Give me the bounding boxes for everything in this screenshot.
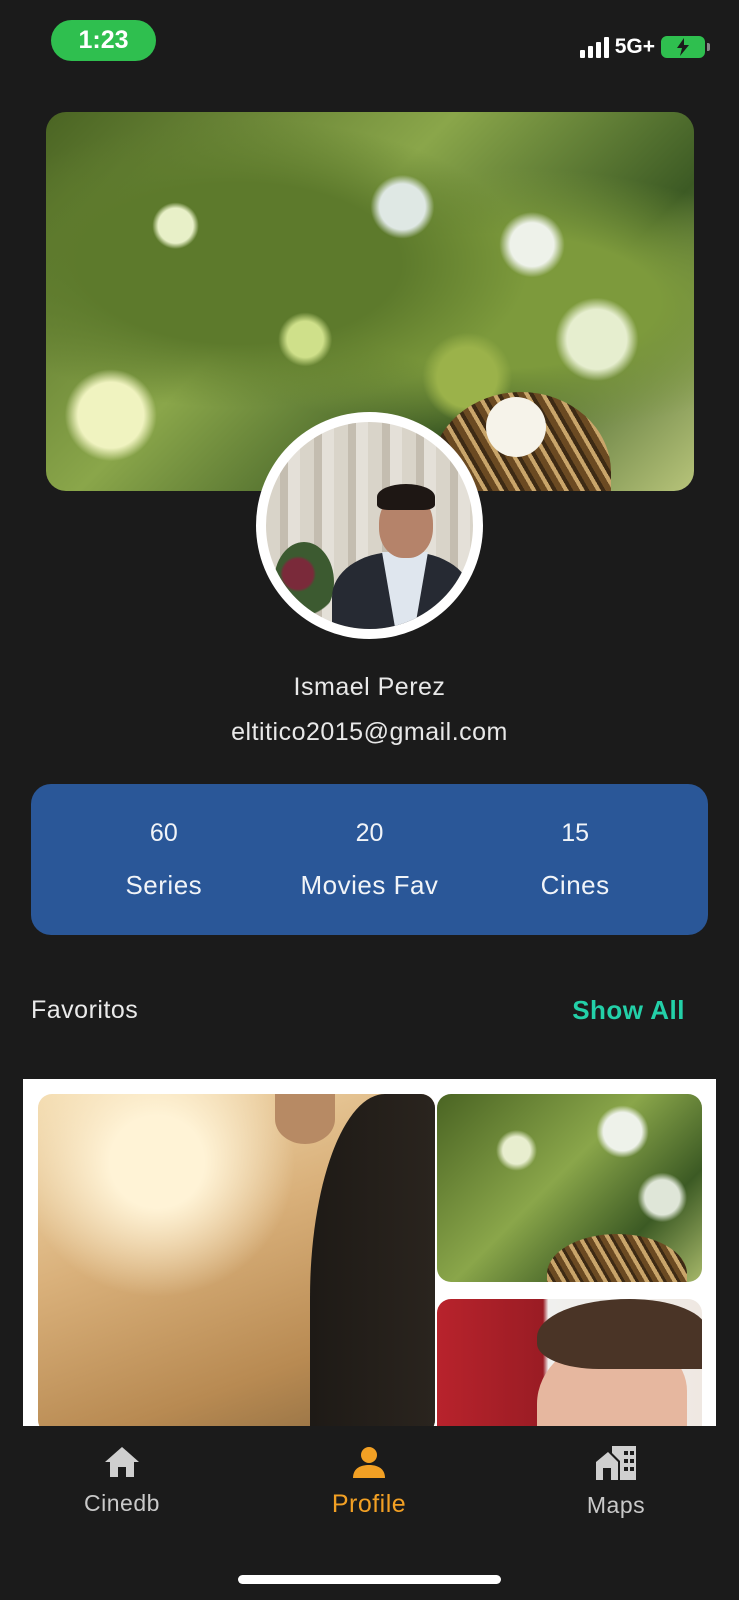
signal-icon: [579, 36, 609, 58]
avatar[interactable]: [256, 412, 483, 639]
stat-movies-fav[interactable]: 20 Movies Fav: [269, 819, 469, 901]
stat-value: 60: [149, 818, 178, 847]
favorite-image-3[interactable]: [437, 1299, 702, 1426]
home-indicator: [238, 1575, 501, 1584]
city-icon: [596, 1446, 636, 1480]
stat-value: 20: [355, 818, 384, 847]
status-icons: 5G+: [579, 30, 710, 64]
nav-item-profile[interactable]: Profile: [289, 1444, 449, 1519]
stat-value: 15: [561, 818, 590, 847]
favorites-title: Favoritos: [31, 996, 139, 1024]
nav-label: Profile: [331, 1490, 407, 1518]
nav-item-maps[interactable]: Maps: [536, 1444, 696, 1519]
status-time: 1:23: [51, 20, 156, 61]
nav-item-cinedb[interactable]: Cinedb: [42, 1444, 202, 1517]
stat-label: Cines: [540, 869, 610, 900]
image-detail: [275, 1094, 335, 1144]
stats-card: 60 Series 20 Movies Fav 15 Cines: [31, 784, 708, 935]
network-type: 5G+: [614, 35, 655, 58]
image-detail: [310, 1094, 435, 1426]
image-detail: [537, 1299, 702, 1369]
stat-label: Movies Fav: [300, 869, 439, 900]
stat-cines[interactable]: 15 Cines: [475, 819, 675, 901]
favorites-gallery: [23, 1079, 716, 1426]
bottom-nav: Cinedb Profile Maps: [0, 1426, 739, 1600]
avatar-hair: [377, 484, 435, 510]
favorite-image-1[interactable]: [38, 1094, 435, 1426]
cover-photo-flower: [486, 397, 546, 457]
home-icon: [105, 1447, 139, 1477]
avatar-plant: [274, 542, 334, 622]
show-all-button[interactable]: Show All: [572, 995, 685, 1026]
avatar-photo: [266, 422, 473, 629]
profile-name: Ismael Perez: [293, 673, 446, 701]
favorite-image-2[interactable]: [437, 1094, 702, 1282]
stat-label: Series: [125, 869, 203, 900]
image-detail: [547, 1234, 687, 1282]
nav-label: Cinedb: [84, 1490, 160, 1516]
battery-icon: [661, 36, 710, 58]
nav-label: Maps: [586, 1492, 646, 1518]
profile-email: eltitico2015@gmail.com: [231, 718, 508, 746]
stat-series[interactable]: 60 Series: [64, 819, 264, 901]
person-icon: [353, 1447, 385, 1478]
